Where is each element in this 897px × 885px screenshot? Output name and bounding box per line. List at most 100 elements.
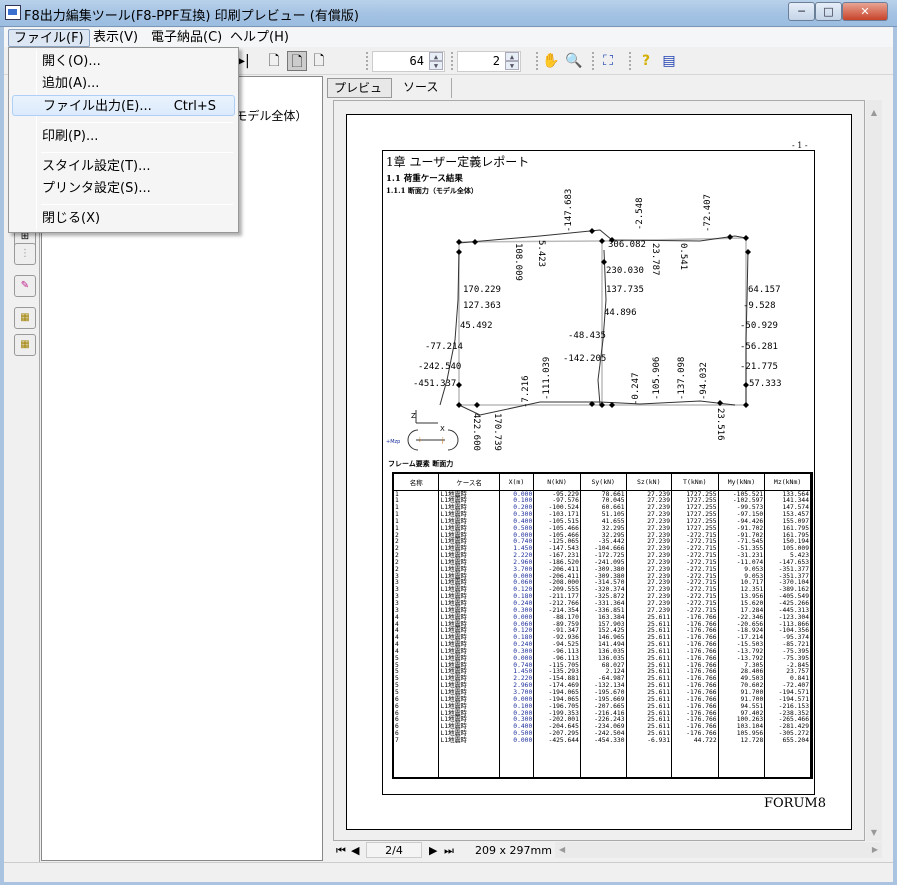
last-page-icon[interactable]: ⏭ [444, 844, 454, 858]
diagram-value-label: -7.216 [521, 375, 531, 408]
column-header: ケース名 [438, 474, 500, 491]
diagram-value-label: -72.407 [703, 194, 713, 232]
menu-add[interactable]: 追加(A)... [12, 73, 235, 94]
menu-print[interactable]: 印刷(P)... [12, 126, 235, 147]
diagram-value-label: 422.600 [471, 413, 481, 451]
table-cell: 5 [395, 682, 399, 690]
diagram-value-label: -94.032 [699, 362, 709, 400]
column-header: Sy(kN) [580, 474, 627, 491]
column-header: 名称 [394, 474, 440, 491]
axis-z-label: Z [411, 412, 416, 420]
table-cell: 5 [395, 654, 399, 662]
table-cell: 2 [395, 538, 399, 546]
table-cell: 655.204 [782, 736, 809, 744]
table-cell: 7 [395, 736, 399, 744]
table-cell: 2 [395, 545, 399, 553]
table-cell: L1地震時 [440, 736, 467, 744]
prev-page-icon[interactable]: ◀ [351, 844, 359, 857]
diagram-value-label: -50.929 [740, 321, 778, 331]
diagram-value-label: -48.435 [568, 331, 606, 341]
table-cell: 6 [395, 723, 399, 731]
diagram-value-label: -142.205 [563, 354, 606, 364]
axis-x-label: X [440, 425, 445, 433]
diagram-value-label: 64.157 [748, 285, 781, 295]
column-cells: 0.000 0.100 0.200 0.300 0.400 0.500 0.000 0.740… [499, 490, 535, 777]
menu-printer-settings[interactable]: プリンタ設定(S)... [12, 178, 235, 199]
diagram-value-label: 230.030 [606, 266, 644, 276]
diagram-value-label: -9.528 [743, 301, 776, 311]
table-cell: 6 [395, 709, 399, 717]
table-cell: 4 [395, 641, 399, 649]
diagram-value-label: -105.906 [652, 357, 662, 400]
diagram-value-label: -111.039 [542, 357, 552, 400]
table-caption: フレーム要素 断面力 [388, 459, 454, 468]
diagram-value-label: -21.775 [740, 362, 778, 372]
diagram-value-label: -147.683 [564, 189, 574, 232]
node-marker [472, 239, 478, 245]
node-marker [589, 228, 595, 234]
table-cell: 4 [395, 613, 399, 621]
table-cell: 44.722 [693, 736, 717, 744]
table-cell: 4 [395, 620, 399, 628]
column-cells: L1地震時 L1地震時 L1地震時 L1地震時 L1地震時 L1地震時 L1地震時 L1地震時… [438, 490, 500, 777]
diagram-value-label: 57.333 [749, 379, 782, 389]
section-force-table: 名称 ケース名 X(m) N(kN) Sy(kN) Sz(kN) T(kNm) My(kNm)… [392, 472, 813, 779]
column-cells: 133.564 141.344 147.574 153.457 155.097 161.7… [764, 490, 811, 777]
node-marker [599, 238, 605, 244]
column-cells: 1111112222223333334444445555556666667 [394, 490, 440, 777]
table-cell: 3 [395, 586, 399, 594]
menu-label: 閉じる(X) [42, 211, 101, 226]
column-header: T(kNm) [671, 474, 719, 491]
menu-label: プリンタ設定(S)... [42, 181, 151, 196]
menu-style-settings[interactable]: スタイル設定(T)... [12, 156, 235, 177]
table-cell: 6 [395, 730, 399, 738]
table-cell: 0.000 [513, 736, 533, 744]
horizontal-scrollbar[interactable]: ◀ ▶ [555, 842, 882, 858]
column-header: N(kN) [533, 474, 581, 491]
column-cells: 78.661 70.045 60.661 51.105 41.655 32.295 32.2… [580, 490, 627, 777]
diagram-value-label: 23.516 [715, 408, 725, 441]
diagram-value-label: 137.735 [606, 285, 644, 295]
menu-file-output[interactable]: ファイル出力(E)... Ctrl+S [12, 95, 235, 116]
paper-size: 209 x 297mm [475, 844, 552, 857]
column-cells: 27.239 27.239 27.239 27.239 27.239 27.239 27.2… [626, 490, 672, 777]
table-cell: 1 [395, 517, 399, 525]
menu-label: 印刷(P)... [42, 129, 99, 144]
column-header: Sz(kN) [626, 474, 672, 491]
diagram-value-label: 306.082 [608, 240, 646, 250]
table-cell: 1 [395, 504, 399, 512]
status-bar [4, 862, 893, 882]
next-page-icon[interactable]: ▶ [429, 844, 437, 857]
menu-shortcut: Ctrl+S [173, 99, 216, 114]
diagram-value-label: 108.009 [513, 243, 523, 281]
table-cell: -425.644 [548, 736, 579, 744]
table-cell: 3 [395, 593, 399, 601]
diagram-value-label: -56.281 [740, 342, 778, 352]
menu-label: 開く(O)... [42, 54, 101, 69]
diagram-value-label: -2.548 [635, 197, 645, 230]
table-cell: 5 [395, 661, 399, 669]
table-cell: 5 [395, 668, 399, 676]
menu-close[interactable]: 閉じる(X) [12, 208, 235, 229]
diagram-value-label: -242.540 [418, 362, 461, 372]
footer-logo: FORUM8 [764, 796, 827, 811]
diagram-value-label: -137.098 [677, 357, 687, 400]
menu-separator [41, 204, 233, 205]
table-cell: 12.728 [740, 736, 764, 744]
diagram-value-label: 0.541 [678, 243, 688, 270]
table-cell: -454.330 [594, 736, 625, 744]
column-cells: -95.229 -97.576 -100.524 -103.171 -105.515 -1… [533, 490, 581, 777]
menu-separator [41, 122, 233, 123]
first-page-icon[interactable]: ⏮ [336, 844, 346, 858]
menu-separator [41, 152, 233, 153]
node-marker [456, 249, 462, 255]
menu-label: 追加(A)... [42, 76, 100, 91]
column-header: X(m) [499, 474, 535, 491]
table-cell: 3 [395, 606, 399, 614]
column-cells: 1727.255 1727.255 1727.255 1727.255 1727.255… [671, 490, 719, 777]
table-cell: 5 [395, 688, 399, 696]
column-cells: -105.521 -102.597 -99.573 -97.150 -94.426 -91… [718, 490, 766, 777]
diagram-value-label: 44.896 [604, 308, 637, 318]
diagram-value-label: 23.787 [650, 243, 660, 276]
menu-open[interactable]: 開く(O)... [12, 51, 235, 72]
